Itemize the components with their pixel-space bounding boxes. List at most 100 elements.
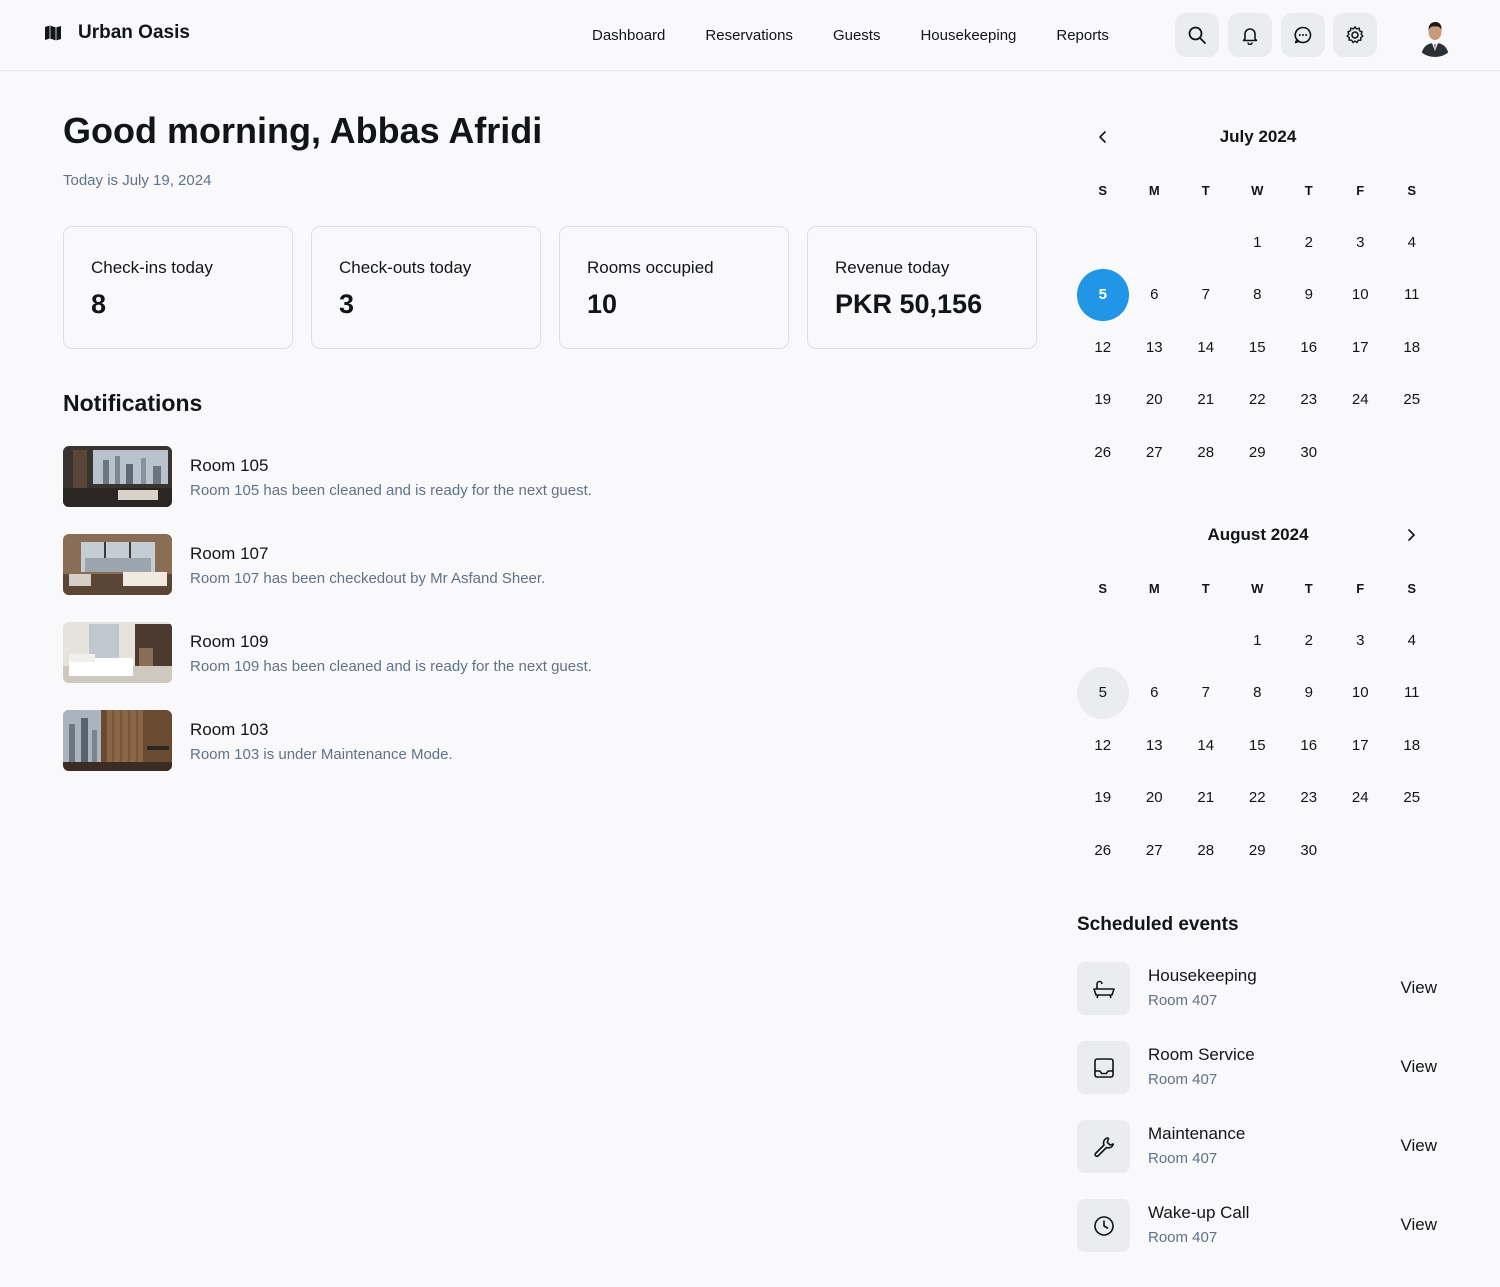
- calendar-day-number: 13: [1145, 736, 1163, 754]
- calendar-day[interactable]: 11: [1386, 667, 1438, 720]
- calendar-day[interactable]: 2: [1283, 614, 1335, 667]
- calendar-day[interactable]: 21: [1180, 772, 1232, 825]
- calendar-day[interactable]: 25: [1386, 374, 1438, 427]
- calendar-day[interactable]: 4: [1386, 614, 1438, 667]
- calendar-day[interactable]: 3: [1335, 216, 1387, 269]
- calendar-next-button[interactable]: [1397, 521, 1425, 549]
- calendar-day[interactable]: 4: [1386, 216, 1438, 269]
- calendar-day[interactable]: 17: [1335, 719, 1387, 772]
- calendar-day[interactable]: 20: [1129, 374, 1181, 427]
- event-room: Room 407: [1148, 1150, 1218, 1167]
- calendar-day[interactable]: 18: [1386, 321, 1438, 374]
- calendar-empty-cell: [1129, 614, 1181, 667]
- calendar-prev-button[interactable]: [1089, 123, 1117, 151]
- calendar-day[interactable]: 16: [1283, 719, 1335, 772]
- calendar-day[interactable]: 28: [1180, 824, 1232, 877]
- calendar-day[interactable]: 1: [1232, 216, 1284, 269]
- calendar-day[interactable]: 14: [1180, 719, 1232, 772]
- calendar-day[interactable]: 21: [1180, 374, 1232, 427]
- calendar-day[interactable]: 25: [1386, 772, 1438, 825]
- event-view-link[interactable]: View: [1400, 1136, 1437, 1156]
- calendar-day[interactable]: 8: [1232, 667, 1284, 720]
- calendar-day[interactable]: 2: [1283, 216, 1335, 269]
- calendar-day[interactable]: 19: [1077, 772, 1129, 825]
- calendar-day[interactable]: 23: [1283, 374, 1335, 427]
- notifications-button[interactable]: [1228, 13, 1272, 57]
- calendar-day[interactable]: 23: [1283, 772, 1335, 825]
- event-item: Room Service Room 407 View: [1077, 1041, 1439, 1095]
- calendar-day[interactable]: 17: [1335, 321, 1387, 374]
- calendar-day[interactable]: 10: [1335, 269, 1387, 322]
- stat-label: Check-outs today: [339, 258, 472, 277]
- calendar-day[interactable]: 12: [1077, 321, 1129, 374]
- calendar-day[interactable]: 15: [1232, 719, 1284, 772]
- calendar-day[interactable]: 10: [1335, 667, 1387, 720]
- calendar-day[interactable]: 26: [1077, 426, 1129, 479]
- today-date: Today is July 19, 2024: [63, 172, 212, 189]
- calendar-day[interactable]: 7: [1180, 269, 1232, 322]
- calendar-day[interactable]: 15: [1232, 321, 1284, 374]
- nav-reports[interactable]: Reports: [1056, 27, 1109, 44]
- calendar-day[interactable]: 28: [1180, 426, 1232, 479]
- calendar-day-number: 29: [1248, 443, 1266, 461]
- calendar-day[interactable]: 9: [1283, 667, 1335, 720]
- calendar-day-number: 3: [1356, 631, 1365, 649]
- event-view-link[interactable]: View: [1400, 1057, 1437, 1077]
- calendar-day[interactable]: 12: [1077, 719, 1129, 772]
- calendar-day-number: 22: [1248, 789, 1266, 807]
- calendar-day[interactable]: 30: [1283, 824, 1335, 877]
- calendar-day[interactable]: 22: [1232, 374, 1284, 427]
- calendar-day[interactable]: 24: [1335, 772, 1387, 825]
- notification-title: Room 105: [190, 456, 269, 475]
- calendar-day[interactable]: 26: [1077, 824, 1129, 877]
- avatar[interactable]: [1413, 13, 1457, 57]
- calendar-day[interactable]: 5: [1077, 268, 1129, 322]
- nav-housekeeping[interactable]: Housekeeping: [920, 27, 1016, 44]
- weekday-label: W: [1251, 182, 1264, 198]
- calendar-day[interactable]: 19: [1077, 374, 1129, 427]
- settings-button[interactable]: [1333, 13, 1377, 57]
- brand[interactable]: Urban Oasis: [44, 22, 190, 44]
- event-view-link[interactable]: View: [1400, 1215, 1437, 1235]
- calendar-day[interactable]: 30: [1283, 426, 1335, 479]
- calendar-day[interactable]: 8: [1232, 269, 1284, 322]
- nav-dashboard[interactable]: Dashboard: [592, 27, 665, 44]
- calendar-empty-cell: [1180, 216, 1232, 269]
- calendar-day[interactable]: 29: [1232, 426, 1284, 479]
- calendar-day[interactable]: 11: [1386, 269, 1438, 322]
- notification-item[interactable]: Room 103 Room 103 is under Maintenance M…: [63, 710, 703, 772]
- notification-item[interactable]: Room 109 Room 109 has been cleaned and i…: [63, 622, 703, 684]
- calendar-day[interactable]: 7: [1180, 667, 1232, 720]
- nav-guests[interactable]: Guests: [833, 27, 881, 44]
- calendar-day[interactable]: 5: [1077, 666, 1129, 720]
- weekday-label: T: [1304, 182, 1313, 198]
- calendar-empty-cell: [1077, 216, 1129, 269]
- notification-item[interactable]: Room 107 Room 107 has been checkedout by…: [63, 534, 703, 596]
- weekday-label: T: [1201, 182, 1210, 198]
- calendar-day[interactable]: 16: [1283, 321, 1335, 374]
- calendar-day[interactable]: 13: [1129, 321, 1181, 374]
- calendar-day[interactable]: 27: [1129, 426, 1181, 479]
- messages-button[interactable]: [1281, 13, 1325, 57]
- event-view-link[interactable]: View: [1400, 978, 1437, 998]
- calendar-day-number: 16: [1300, 736, 1318, 754]
- calendar-day[interactable]: 29: [1232, 824, 1284, 877]
- calendar-day[interactable]: 14: [1180, 321, 1232, 374]
- calendar-day-number: 18: [1403, 338, 1421, 356]
- calendar-day[interactable]: 6: [1129, 269, 1181, 322]
- calendar-day[interactable]: 24: [1335, 374, 1387, 427]
- notification-item[interactable]: Room 105 Room 105 has been cleaned and i…: [63, 446, 703, 508]
- calendar-day[interactable]: 6: [1129, 667, 1181, 720]
- top-bar: Urban Oasis Dashboard Reservations Guest…: [0, 0, 1500, 71]
- calendar-day[interactable]: 9: [1283, 269, 1335, 322]
- calendar-day[interactable]: 18: [1386, 719, 1438, 772]
- nav-reservations[interactable]: Reservations: [705, 27, 793, 44]
- calendar-day[interactable]: 13: [1129, 719, 1181, 772]
- calendar-day[interactable]: 22: [1232, 772, 1284, 825]
- search-button[interactable]: [1175, 13, 1219, 57]
- calendar-day[interactable]: 27: [1129, 824, 1181, 877]
- calendar-day[interactable]: 20: [1129, 772, 1181, 825]
- calendar-day[interactable]: 1: [1232, 614, 1284, 667]
- event-title: Room Service: [1148, 1045, 1255, 1064]
- calendar-day[interactable]: 3: [1335, 614, 1387, 667]
